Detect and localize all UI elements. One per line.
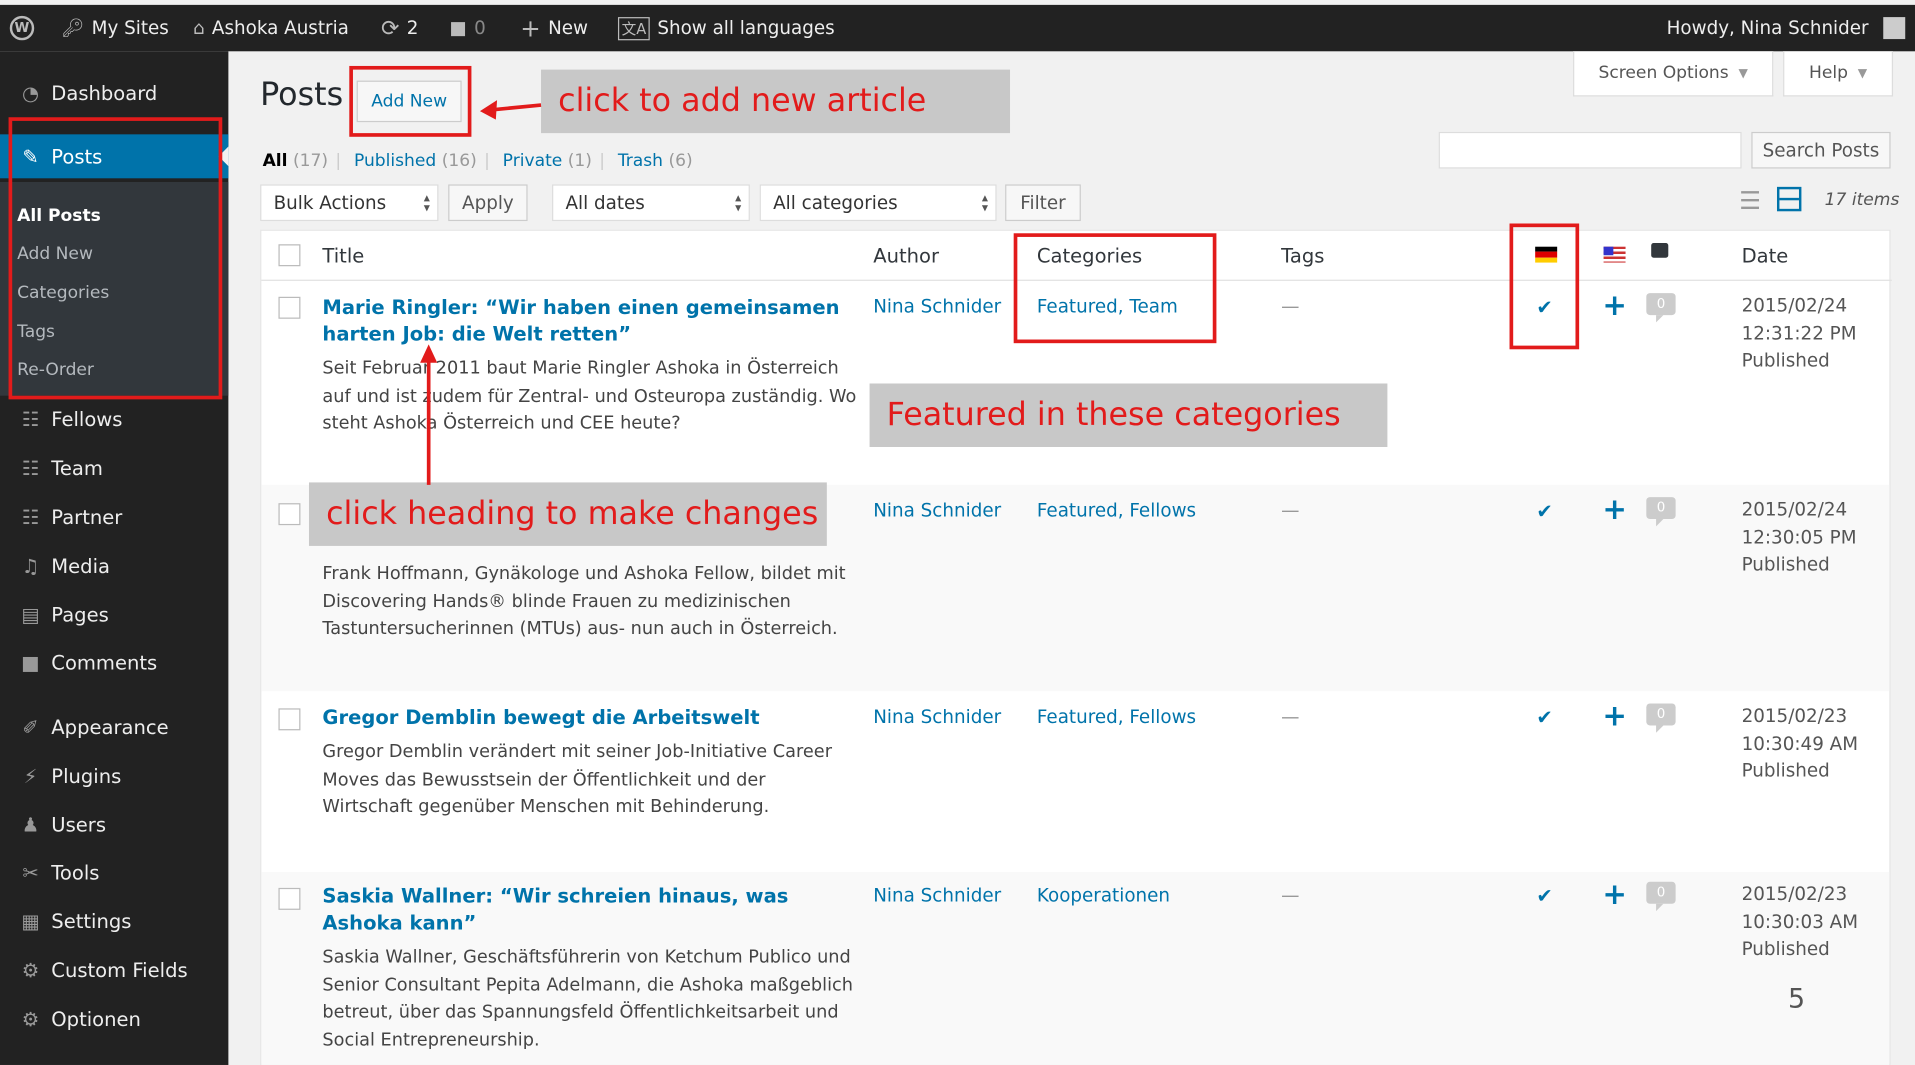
screenshot: W 🔑︎ My Sites ⌂ Ashoka Austria ⟳ 2 ■ 0 +… <box>0 0 1915 1065</box>
arrowhead-heading <box>420 344 438 363</box>
arrow-to-add-new <box>490 103 542 112</box>
annotation-arrows <box>420 100 542 485</box>
page-number: 5 <box>1787 984 1806 1015</box>
arrowhead-add-new <box>479 100 498 120</box>
